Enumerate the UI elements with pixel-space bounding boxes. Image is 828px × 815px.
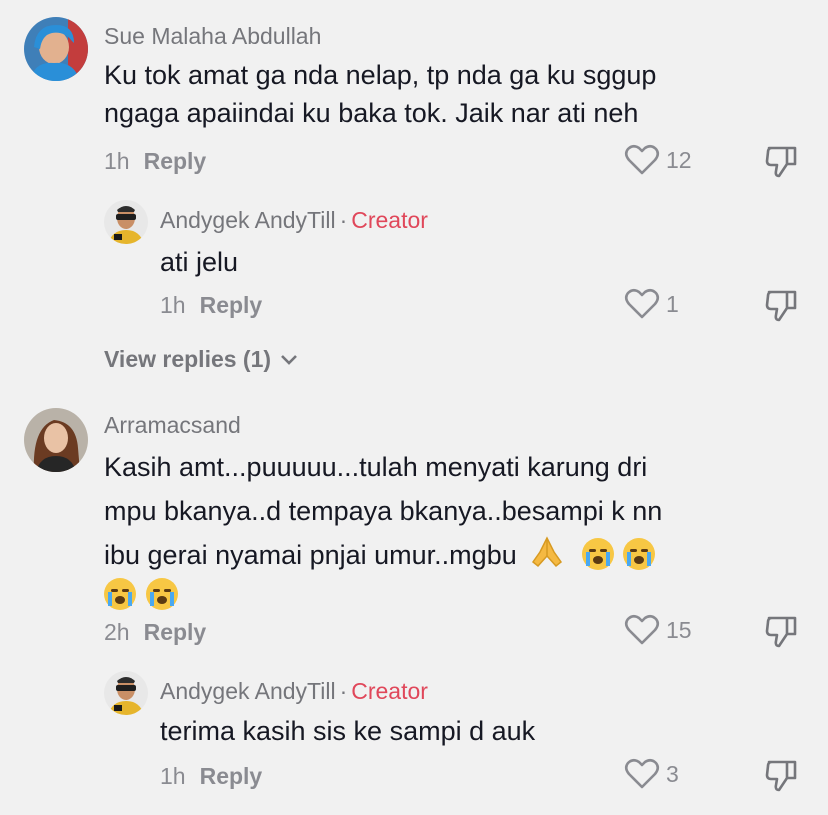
reply-username[interactable]: Andygek AndyTill · Creator (160, 207, 428, 234)
heart-icon (624, 144, 660, 175)
like-count: 15 (666, 616, 692, 643)
dislike-icon[interactable] (764, 758, 800, 794)
comment-meta: 2h Reply (104, 619, 206, 646)
comment-text-line (104, 576, 662, 614)
comment-username[interactable]: Arramacsand (104, 412, 241, 439)
reply-text: ati jelu (160, 247, 239, 277)
timestamp: 1h (160, 292, 186, 318)
like-count: 3 (666, 760, 679, 787)
comment-text: Kasih amt...puuuuu...tulah menyati karun… (104, 448, 662, 614)
avatar[interactable] (104, 200, 148, 244)
like-button[interactable]: 1 (624, 288, 679, 320)
comment-text-line: Kasih amt...puuuuu...tulah menyati karun… (104, 452, 648, 482)
reply-button[interactable]: Reply (200, 763, 263, 789)
dislike-icon[interactable] (764, 288, 800, 324)
like-button[interactable]: 15 (624, 614, 692, 646)
comment-text: Ku tok amat ga nda nelap, tp nda ga ku s… (104, 56, 656, 132)
reply-button[interactable]: Reply (144, 148, 207, 174)
avatar[interactable] (104, 671, 148, 715)
crying-face-emoji (623, 538, 656, 570)
separator: · (339, 678, 348, 704)
creator-badge: Creator (351, 678, 428, 704)
avatar[interactable] (24, 17, 88, 81)
crying-face-emoji (145, 578, 178, 610)
reply-meta: 1h Reply (160, 763, 262, 790)
avatar[interactable] (24, 408, 88, 472)
dislike-icon[interactable] (764, 614, 800, 650)
chevron-down-icon (281, 354, 297, 365)
heart-icon (624, 758, 660, 789)
timestamp: 1h (104, 148, 130, 174)
reply-meta: 1h Reply (160, 292, 262, 319)
reply-text: terima kasih sis ke sampi d auk (160, 716, 536, 746)
comment-text-line: ibu gerai nyamai pnjai umur..mgbu (104, 536, 662, 574)
reply-username[interactable]: Andygek AndyTill · Creator (160, 678, 428, 705)
view-replies-button[interactable]: View replies (1) (104, 346, 299, 373)
separator: · (339, 207, 348, 233)
comment-text-line: mpu bkanya..d tempaya bkanya..besampi k … (104, 496, 663, 526)
crying-face-emoji (104, 578, 136, 610)
like-count: 12 (666, 146, 692, 173)
crying-face-emoji (581, 538, 614, 570)
timestamp: 2h (104, 619, 130, 645)
timestamp: 1h (160, 763, 186, 789)
heart-icon (624, 288, 660, 319)
folded-hands-emoji (532, 536, 563, 568)
like-button[interactable]: 3 (624, 758, 679, 790)
reply-button[interactable]: Reply (144, 619, 207, 645)
dislike-icon[interactable] (764, 144, 800, 180)
like-button[interactable]: 12 (624, 144, 692, 176)
heart-icon (624, 614, 660, 645)
like-count: 1 (666, 290, 679, 317)
comment-username[interactable]: Sue Malaha Abdullah (104, 23, 321, 50)
creator-badge: Creator (351, 207, 428, 233)
comment-meta: 1h Reply (104, 148, 206, 175)
comment-text-line: ngaga apaiindai ku baka tok. Jaik nar at… (104, 98, 639, 128)
comment-text-line: Ku tok amat ga nda nelap, tp nda ga ku s… (104, 60, 657, 90)
reply-button[interactable]: Reply (200, 292, 263, 318)
